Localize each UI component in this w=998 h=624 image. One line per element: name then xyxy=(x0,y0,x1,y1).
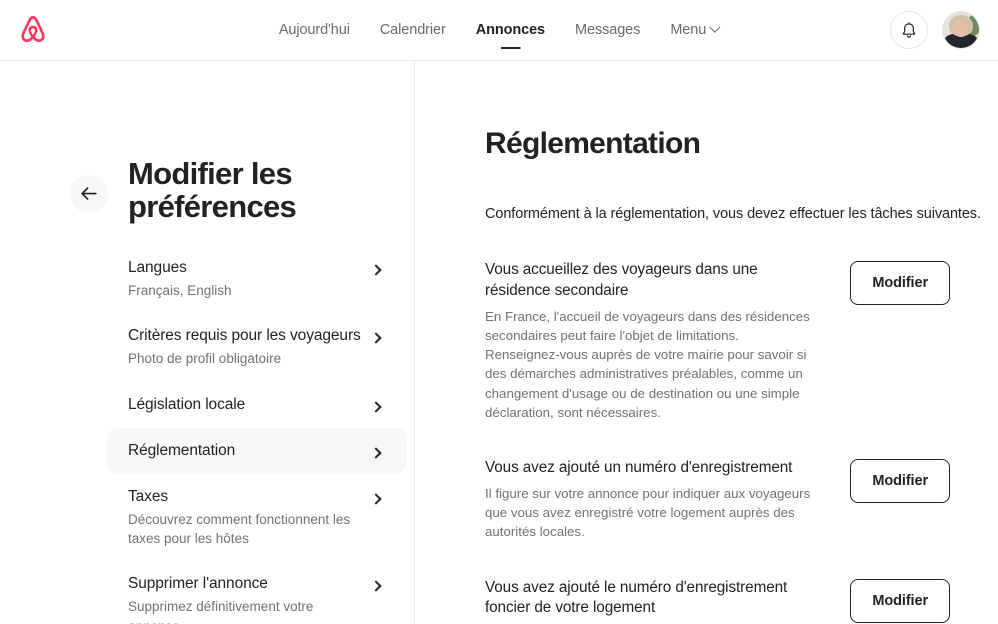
sidebar-item-title: Critères requis pour les voyageurs xyxy=(128,327,361,345)
task-text-block: Vous accueillez des voyageurs dans une r… xyxy=(485,260,815,422)
header-actions xyxy=(890,11,980,49)
nav-item-menu[interactable]: Menu xyxy=(670,20,721,40)
page-body: Modifier les préférences Langues Françai… xyxy=(0,61,998,624)
regulations-panel: Réglementation Conformément à la régleme… xyxy=(415,61,998,624)
sidebar-item-title: Taxes xyxy=(128,487,168,505)
page-title: Modifier les préférences xyxy=(128,156,297,225)
task-title: Vous accueillez des voyageurs dans une r… xyxy=(485,261,758,299)
sidebar-item-subtitle: Découvrez comment fonctionnent les taxes… xyxy=(128,511,351,547)
nav-label: Calendrier xyxy=(379,22,446,38)
task-title: Vous avez ajouté un numéro d'enregistrem… xyxy=(485,459,793,477)
notifications-button[interactable] xyxy=(890,11,928,49)
modify-button[interactable]: Modifier xyxy=(850,459,950,504)
sidebar-item-title: Supprimer l'annonce xyxy=(128,575,268,593)
task-description: En France, l'accueil de voyageurs dans d… xyxy=(485,308,810,420)
sidebar-items-list: Langues Français, English Critères requi… xyxy=(0,245,414,624)
task-text-block: Vous avez ajouté un numéro d'enregistrem… xyxy=(485,458,815,541)
sidebar-item-subtitle: Photo de profil obligatoire xyxy=(128,351,282,367)
task-title: Vous avez ajouté le numéro d'enregistrem… xyxy=(485,578,788,617)
chevron-right-icon xyxy=(370,447,382,459)
task-row: Vous accueillez des voyageurs dans une r… xyxy=(485,260,998,422)
chevron-right-icon xyxy=(370,580,382,592)
task-action: Modifier xyxy=(850,578,950,623)
back-button[interactable] xyxy=(70,175,108,213)
nav-label: Menu xyxy=(670,22,707,38)
user-avatar[interactable] xyxy=(942,11,980,49)
sidebar-item-subtitle: Français, English xyxy=(128,283,232,299)
sidebar-item-title: Réglementation xyxy=(128,441,236,459)
chevron-down-icon xyxy=(709,21,721,33)
chevron-right-icon xyxy=(370,264,382,276)
section-title: Réglementation xyxy=(485,127,701,160)
nav-label: Messages xyxy=(575,22,641,38)
sidebar-item-legislation-locale[interactable]: Législation locale xyxy=(107,382,407,428)
nav-item-messages[interactable]: Messages xyxy=(575,20,640,40)
nav-item-calendrier[interactable]: Calendrier xyxy=(380,20,446,40)
task-row: Vous avez ajouté un numéro d'enregistrem… xyxy=(485,458,998,541)
airbnb-logo-icon[interactable] xyxy=(16,13,50,47)
modify-button[interactable]: Modifier xyxy=(850,261,950,306)
modify-button[interactable]: Modifier xyxy=(850,578,950,623)
task-action: Modifier xyxy=(850,458,950,504)
preferences-sidebar: Modifier les préférences Langues Françai… xyxy=(0,61,415,624)
sidebar-item-title: Législation locale xyxy=(128,395,246,413)
section-intro: Conformément à la réglementation, vous d… xyxy=(485,206,981,222)
chevron-right-icon xyxy=(370,332,382,344)
sidebar-item-taxes[interactable]: Taxes Découvrez comment fonctionnent les… xyxy=(107,474,407,561)
sidebar-item-criteres-requis[interactable]: Critères requis pour les voyageurs Photo… xyxy=(107,313,407,381)
sidebar-item-langues[interactable]: Langues Français, English xyxy=(107,245,407,313)
nav-item-aujourdhui[interactable]: Aujourd'hui xyxy=(279,20,350,40)
task-text-block: Vous avez ajouté le numéro d'enregistrem… xyxy=(485,578,815,624)
sidebar-item-title: Langues xyxy=(128,258,187,276)
sidebar-item-supprimer-annonce[interactable]: Supprimer l'annonce Supprimez définitive… xyxy=(107,561,407,624)
top-header: Aujourd'hui Calendrier Annonces Messages… xyxy=(0,0,998,61)
task-row: Vous avez ajouté le numéro d'enregistrem… xyxy=(485,578,998,624)
chevron-right-icon xyxy=(370,400,382,413)
sidebar-item-reglementation[interactable]: Réglementation xyxy=(107,427,407,474)
nav-item-annonces[interactable]: Annonces xyxy=(476,20,545,40)
task-action: Modifier xyxy=(850,260,950,306)
main-navigation: Aujourd'hui Calendrier Annonces Messages… xyxy=(279,0,721,60)
chevron-right-icon xyxy=(370,493,382,505)
nav-label: Annonces xyxy=(475,22,546,38)
task-description: Il figure sur votre annonce pour indique… xyxy=(485,485,811,540)
nav-label: Aujourd'hui xyxy=(278,22,350,38)
avatar-face xyxy=(953,20,969,37)
sidebar-item-subtitle: Supprimez définitivement votre annonce xyxy=(128,599,314,624)
